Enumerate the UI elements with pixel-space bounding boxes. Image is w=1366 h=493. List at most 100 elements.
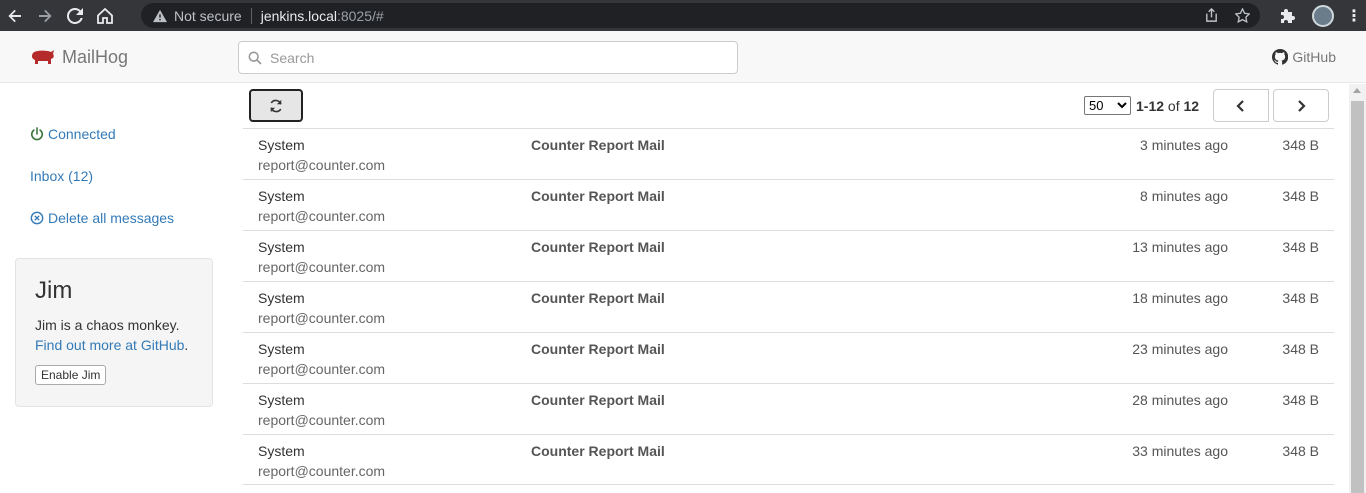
message-subject: Counter Report Mail — [531, 290, 665, 306]
hog-logo-icon — [31, 50, 54, 64]
message-size: 348 B — [1282, 239, 1319, 255]
jim-description: Jim is a chaos monkey. — [35, 317, 180, 333]
github-link[interactable]: GitHub — [1272, 31, 1336, 83]
message-row[interactable]: System report@counter.com Counter Report M… — [243, 230, 1334, 281]
message-time: 3 minutes ago — [1140, 137, 1228, 153]
remove-circle-icon — [30, 211, 44, 225]
message-subject: Counter Report Mail — [531, 443, 665, 459]
message-row[interactable]: System report@counter.com Counter Report M… — [243, 128, 1334, 179]
github-icon — [1272, 49, 1289, 65]
url-host: jenkins.local — [260, 7, 337, 24]
message-row[interactable]: System report@counter.com Counter Report M… — [243, 434, 1334, 485]
url-rest: :8025/# — [336, 7, 384, 24]
pagination-info: 50 1-12 of 12 — [1084, 89, 1199, 122]
jim-github-link[interactable]: Find out more at GitHub — [35, 337, 184, 353]
message-time: 23 minutes ago — [1132, 341, 1228, 357]
kebab-menu-icon: ⋮ — [1346, 7, 1362, 25]
message-subject: Counter Report Mail — [531, 137, 665, 153]
github-label: GitHub — [1292, 49, 1336, 65]
sender-email: report@counter.com — [258, 310, 386, 326]
sender-email: report@counter.com — [258, 157, 386, 173]
message-row[interactable]: System report@counter.com Counter Report M… — [243, 281, 1334, 332]
message-row[interactable]: System report@counter.com Counter Report M… — [243, 383, 1334, 434]
message-time: 13 minutes ago — [1132, 239, 1228, 255]
message-size: 348 B — [1282, 443, 1319, 459]
search-icon — [248, 51, 262, 65]
page-size-select[interactable]: 50 — [1084, 96, 1131, 115]
sender-name: System — [258, 290, 305, 306]
sender-name: System — [258, 341, 305, 357]
sidebar: Connected Inbox (12) Delete all messages… — [0, 84, 228, 493]
home-button[interactable] — [90, 0, 120, 31]
chevron-left-icon — [1236, 99, 1244, 112]
star-icon[interactable] — [1235, 8, 1250, 23]
scroll-up-arrow-icon[interactable] — [1353, 88, 1361, 93]
profile-avatar[interactable] — [1312, 4, 1334, 27]
address-bar[interactable]: Not secure jenkins.local:8025/# — [141, 3, 1260, 28]
extensions-button[interactable] — [1272, 8, 1304, 24]
next-page-button[interactable] — [1273, 89, 1329, 122]
browser-menu-button[interactable]: ⋮ — [1342, 6, 1366, 26]
message-subject: Counter Report Mail — [531, 341, 665, 357]
security-indicator[interactable]: Not secure — [153, 8, 242, 24]
warning-icon — [153, 9, 167, 22]
refresh-button[interactable] — [249, 89, 303, 122]
inbox-link[interactable]: Inbox (12) — [30, 168, 93, 184]
jim-link-suffix: . — [184, 337, 189, 353]
page-scrollbar[interactable] — [1349, 84, 1366, 493]
sender-name: System — [258, 188, 305, 204]
puzzle-icon — [1281, 8, 1295, 23]
app-navbar: MailHog GitHub — [0, 31, 1366, 83]
message-row[interactable]: System report@counter.com Counter Report M… — [243, 332, 1334, 383]
range-label: 1-12 — [1136, 97, 1165, 114]
browser-toolbar: Not secure jenkins.local:8025/# ⋮ — [0, 0, 1366, 31]
arrow-right-icon — [39, 9, 52, 22]
sender-email: report@counter.com — [258, 412, 386, 428]
arrow-left-icon — [8, 9, 21, 22]
sender-email: report@counter.com — [258, 361, 386, 377]
back-button[interactable] — [0, 0, 30, 31]
home-icon — [97, 7, 113, 24]
message-size: 348 B — [1282, 290, 1319, 306]
delete-all-link[interactable]: Delete all messages — [30, 210, 174, 226]
sender-name: System — [258, 392, 305, 408]
message-row[interactable]: System report@counter.com Counter Report M… — [243, 179, 1334, 230]
address-divider — [250, 7, 252, 24]
delete-all-label: Delete all messages — [48, 210, 175, 226]
search-input[interactable] — [270, 49, 720, 66]
enable-jim-button[interactable]: Enable Jim — [35, 365, 107, 385]
reload-icon — [67, 7, 83, 24]
jim-title: Jim — [35, 277, 73, 304]
message-subject: Counter Report Mail — [531, 239, 665, 255]
message-subject: Counter Report Mail — [531, 392, 665, 408]
message-size: 348 B — [1282, 188, 1319, 204]
share-icon[interactable] — [1204, 8, 1219, 23]
sender-name: System — [258, 443, 305, 459]
brand-link[interactable]: MailHog — [31, 31, 128, 83]
sender-name: System — [258, 137, 305, 153]
sender-email: report@counter.com — [258, 463, 386, 479]
message-time: 8 minutes ago — [1140, 188, 1228, 204]
message-size: 348 B — [1282, 392, 1319, 408]
inbox-label: Inbox (12) — [30, 168, 94, 184]
message-list: System report@counter.com Counter Report M… — [243, 128, 1334, 485]
connected-label: Connected — [48, 126, 116, 142]
sender-email: report@counter.com — [258, 259, 386, 275]
connection-status[interactable]: Connected — [30, 126, 116, 142]
message-subject: Counter Report Mail — [531, 188, 665, 204]
jim-description-block: Jim is a chaos monkey. Find out more at … — [35, 315, 193, 355]
message-time: 33 minutes ago — [1132, 443, 1228, 459]
reload-button[interactable] — [60, 0, 90, 31]
brand-name: MailHog — [62, 46, 129, 67]
message-size: 348 B — [1282, 341, 1319, 357]
forward-button[interactable] — [30, 0, 60, 31]
message-size: 348 B — [1282, 137, 1319, 153]
jim-panel: Jim Jim is a chaos monkey. Find out more… — [15, 258, 213, 407]
search-box[interactable] — [238, 41, 738, 74]
power-icon — [31, 127, 43, 141]
scrollbar-thumb[interactable] — [1351, 101, 1364, 493]
of-label: of — [1167, 97, 1180, 114]
total-label: 12 — [1183, 97, 1200, 114]
previous-page-button[interactable] — [1213, 89, 1269, 122]
message-time: 28 minutes ago — [1132, 392, 1228, 408]
